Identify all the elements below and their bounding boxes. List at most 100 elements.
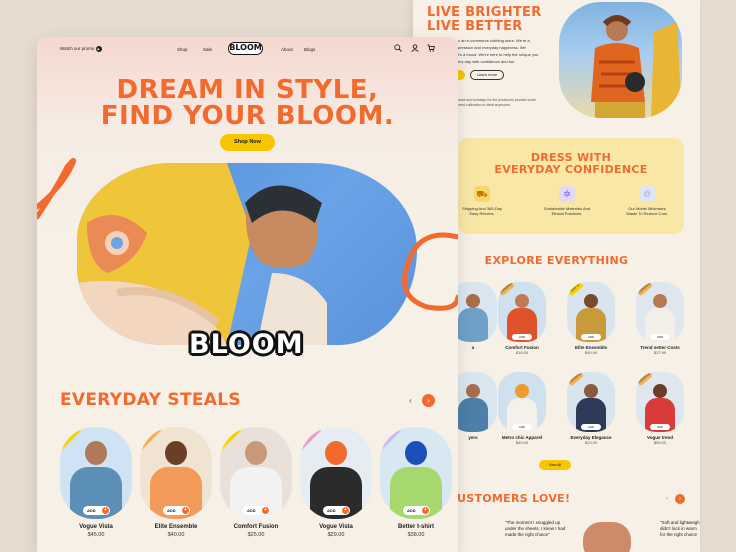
trending-badge: TRENDING [498,282,515,297]
product-card[interactable]: TRENDING ADD + Elite Ensemble $40.00 [140,427,212,538]
explore-card-price: $59.00 [653,440,667,445]
product-image: HANDMADE ADD + [300,427,372,519]
chevron-left-icon[interactable]: ‹ [404,394,417,407]
explore-card[interactable]: TRENDING ADD Vogue trend $59.00 [636,372,684,445]
user-icon[interactable] [411,44,419,54]
feature-text: Waste To Reduce Cost. [626,211,668,216]
nav-shop[interactable]: Shop [177,47,188,52]
explore-card-price: $19.00 [584,440,598,445]
view-all-button[interactable]: View All [539,460,571,470]
back-hero-title-line1: LIVE BRIGHTER [427,5,542,20]
back-hero-text-line: pression and everyday happiness. We [458,45,526,50]
feature-sustainable: ✲ Sustainable Materials And Ethical Prac… [535,186,599,216]
explore-card-price: $49.99 [584,350,598,355]
product-price: $45.00 [87,532,105,538]
explore-card-price: $18.00 [515,350,529,355]
feature-shipping: ⛟ Shipping And 365-Day Easy Returns. [450,186,514,216]
add-to-cart-button[interactable]: ADD + [83,506,110,515]
back-sub-text-line: ered cultivation in ideal anymores. [458,103,511,107]
recycle-icon: ✲ [559,186,575,202]
product-card[interactable]: NEW IN ADD + Vogue Vista $45.00 [60,427,132,538]
quote-line: for the right choice [660,532,698,537]
feature-waste: ♲ Our Model Minimises Waste To Reduce Co… [615,186,679,216]
add-button[interactable]: ADD [512,334,532,340]
product-card[interactable]: NEW IN ADD + Comfort Fusion $25.00 [220,427,292,538]
explore-card-image: TRENDING ADD [567,372,615,432]
trending-badge: TRENDING [636,372,653,387]
add-to-cart-button[interactable]: ADD + [163,506,190,515]
back-hero-title: LIVE BRIGHTER LIVE BETTER [427,6,542,34]
explore-card[interactable]: NEW IN ADD Elite Ensemble $49.99 [567,282,615,355]
product-name: Elite Ensemble [154,524,198,530]
back-hero-text-line: s an e-commerce clothing store. We're a [458,38,530,43]
chevron-right-icon[interactable]: › [422,394,435,407]
feature-text: Easy Returns. [469,211,495,216]
explore-card-image: TRENDING ADD [498,282,546,342]
add-button[interactable]: ADD [650,334,670,340]
add-to-cart-button[interactable]: ADD + [323,506,350,515]
add-button[interactable]: ADD [581,424,601,430]
trending-badge: TRENDING [636,282,653,297]
testimonial-quote: "The moment I snuggled up under the shee… [505,520,567,538]
product-image: NEW IN ADD + [220,427,292,519]
logo[interactable]: BLOOM [228,42,263,55]
cart-icon[interactable] [427,44,435,54]
add-label: ADD [407,508,416,513]
plus-icon: + [102,507,109,514]
shop-now-button[interactable]: Shop Now [220,134,275,151]
back-hero-photo [559,2,682,118]
add-to-cart-button[interactable]: ADD + [243,506,270,515]
features-panel: DRESS WITH EVERYDAY CONFIDENCE ⛟ Shippin… [458,138,684,234]
front-page: Watch our promo ▶ Shop Sale BLOOM About … [37,37,458,552]
features-title: DRESS WITH EVERYDAY CONFIDENCE [458,152,684,176]
back-hero-text: s an e-commerce clothing store. We're a … [458,38,544,66]
truck-icon: ⛟ [474,186,490,202]
add-label: ADD [247,508,256,513]
chevron-left-icon[interactable]: ‹ [662,494,672,504]
hero-title-line1: DREAM IN STYLE, [116,75,379,105]
explore-card[interactable]: TRENDING ADD Trend setter Costs $27.99 [636,282,684,355]
product-price: $25.00 [247,532,265,538]
product-name: Better t-shirt [397,524,434,530]
add-button[interactable]: ADD [581,334,601,340]
handmade-badge: HANDMADE [300,427,322,451]
product-price: $38.00 [407,532,425,538]
promo-link[interactable]: Watch our promo ▶ [60,46,102,52]
explore-card-image: NEW IN ADD [567,282,615,342]
nav-about[interactable]: About [281,47,293,52]
nav-sale[interactable]: Sale [203,47,212,52]
back-hero-text-line: ery day with confidence and fun. [458,59,516,64]
hanger-icon: ♲ [639,186,655,202]
product-image: TRENDING ADD + [380,427,452,519]
bloom-wordmark: BLOOM [189,329,304,360]
learn-more-button[interactable]: Learn more [470,70,504,80]
quote-line: made the right choice" [505,532,550,537]
explore-card-price: $49.00 [515,440,529,445]
back-hero-figure [591,15,682,118]
explore-card[interactable]: ADD Metro chic Apparel $49.00 [498,372,546,445]
add-button[interactable]: ADD [512,424,532,430]
plus-icon: + [422,507,429,514]
add-to-cart-button[interactable]: ADD + [403,506,430,515]
product-image: NEW IN ADD + [60,427,132,519]
product-card[interactable]: HANDMADE ADD + Vogue Vista $29.00 [300,427,372,538]
add-button[interactable]: ADD [650,424,670,430]
everyday-steals-title: EVERYDAY STEALS [60,390,241,410]
chevron-right-icon[interactable]: › [675,494,685,504]
search-icon[interactable] [394,44,402,54]
explore-card[interactable]: TRENDING ADD Comfort Fusion $18.00 [498,282,546,355]
trending-badge: TRENDING [140,427,162,451]
back-sub-text: ause and solidago for the producers prov… [458,98,538,108]
explore-card-price: $27.99 [653,350,667,355]
explore-card-image: ADD [498,372,546,432]
nav-blogs[interactable]: Blogs [304,47,315,52]
product-image: TRENDING ADD + [140,427,212,519]
product-card[interactable]: TRENDING ADD + Better t-shirt $38.00 [380,427,452,538]
explore-card[interactable]: TRENDING ADD Everyday Elegance $19.00 [567,372,615,445]
add-label: ADD [87,508,96,513]
back-hero-title-line2: LIVE BETTER [427,19,523,34]
back-hero-text-line: t's a mood. We're here to help the uniqu… [458,52,539,57]
new-in-badge: NEW IN [60,427,82,451]
plus-icon: + [342,507,349,514]
promo-label: Watch our promo [60,46,95,51]
